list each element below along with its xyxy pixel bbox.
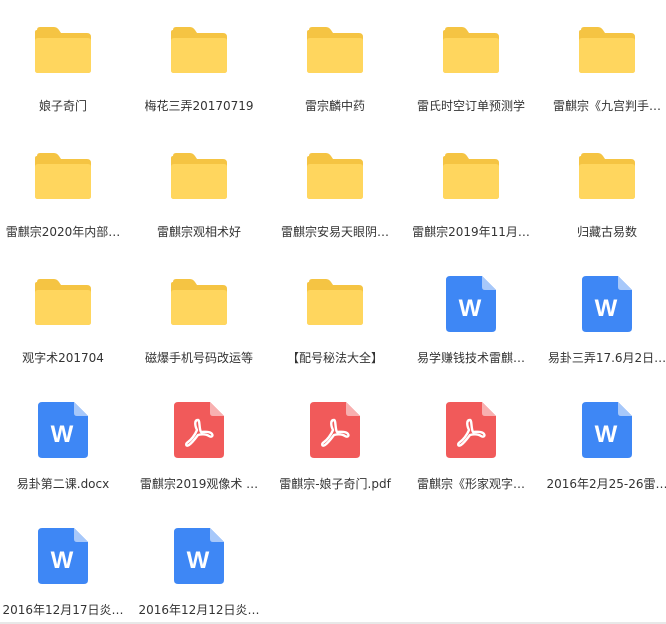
- file-name-label: 2016年2月25-26雷…: [546, 477, 666, 491]
- file-name-label: 雷麒宗2019观像术 …: [139, 477, 259, 491]
- folder-icon: [0, 278, 128, 334]
- folder-item[interactable]: 雷麒宗2020年内部…: [0, 126, 128, 246]
- svg-text:W: W: [51, 421, 74, 448]
- file-name-label: 雷宗麟中药: [304, 99, 365, 113]
- folder-icon: [270, 152, 400, 208]
- file-name-label: 2016年12月17日炎…: [2, 603, 124, 617]
- word-icon: W: [542, 402, 666, 458]
- folder-item[interactable]: 雷麒宗安易天眼阴…: [270, 126, 400, 246]
- file-name-label: 2016年12月12日炎…: [138, 603, 260, 617]
- file-grid: 娘子奇门 梅花三弄20170719 雷宗麟中药 雷氏时空订单预测学 雷麒宗《九宫…: [0, 0, 666, 624]
- file-item[interactable]: 雷麒宗《形家观字…: [406, 378, 536, 498]
- folder-icon: [542, 152, 666, 208]
- folder-item[interactable]: 雷麒宗2019年11月…: [406, 126, 536, 246]
- word-icon: W: [0, 528, 128, 584]
- folder-item[interactable]: 雷宗麟中药: [270, 0, 400, 120]
- file-name-label: 磁爆手机号码改运等: [144, 351, 253, 365]
- folder-item[interactable]: 娘子奇门: [0, 0, 128, 120]
- folder-icon: [134, 278, 264, 334]
- file-item[interactable]: W 2016年2月25-26雷…: [542, 378, 666, 498]
- file-name-label: 雷麒宗观相术好: [156, 225, 241, 239]
- file-name-label: 归藏古易数: [576, 225, 637, 239]
- file-name-label: 雷麒宗《九宫判手…: [552, 99, 661, 113]
- file-item[interactable]: W 2016年12月17日炎…: [0, 504, 128, 624]
- svg-text:W: W: [595, 295, 618, 322]
- folder-item[interactable]: 磁爆手机号码改运等: [134, 252, 264, 372]
- file-name-label: 雷麒宗-娘子奇门.pdf: [279, 477, 391, 491]
- file-name-label: 雷麒宗2020年内部…: [5, 225, 121, 239]
- file-name-label: 娘子奇门: [38, 99, 87, 113]
- word-icon: W: [542, 276, 666, 332]
- folder-icon: [406, 152, 536, 208]
- folder-item[interactable]: 【配号秘法大全】: [270, 252, 400, 372]
- word-icon: W: [0, 402, 128, 458]
- folder-item[interactable]: 雷麒宗《九宫判手…: [542, 0, 666, 120]
- file-name-label: 易卦三弄17.6月2日…: [547, 351, 666, 365]
- file-name-label: 【配号秘法大全】: [286, 351, 383, 365]
- file-item[interactable]: 雷麒宗2019观像术 …: [134, 378, 264, 498]
- folder-icon: [406, 26, 536, 82]
- file-name-label: 雷麒宗《形家观字…: [416, 477, 525, 491]
- file-name-label: 观字术201704: [22, 351, 104, 365]
- file-item[interactable]: 雷麒宗-娘子奇门.pdf: [270, 378, 400, 498]
- folder-icon: [134, 152, 264, 208]
- svg-text:W: W: [187, 547, 210, 574]
- file-name-label: 雷麒宗2019年11月…: [412, 225, 530, 239]
- folder-item[interactable]: 归藏古易数: [542, 126, 666, 246]
- file-item[interactable]: W 易卦第二课.docx: [0, 378, 128, 498]
- file-item[interactable]: W 2016年12月12日炎…: [134, 504, 264, 624]
- word-icon: W: [406, 276, 536, 332]
- file-name-label: 雷氏时空订单预测学: [416, 99, 525, 113]
- word-icon: W: [134, 528, 264, 584]
- pdf-icon: [270, 402, 400, 458]
- svg-text:W: W: [51, 547, 74, 574]
- pdf-icon: [134, 402, 264, 458]
- svg-text:W: W: [595, 421, 618, 448]
- folder-item[interactable]: 雷麒宗观相术好: [134, 126, 264, 246]
- folder-icon: [542, 26, 666, 82]
- folder-item[interactable]: 观字术201704: [0, 252, 128, 372]
- folder-icon: [0, 26, 128, 82]
- pdf-icon: [406, 402, 536, 458]
- folder-icon: [0, 152, 128, 208]
- folder-icon: [134, 26, 264, 82]
- file-name-label: 易学赚钱技术雷麒…: [416, 351, 525, 365]
- folder-icon: [270, 278, 400, 334]
- folder-item[interactable]: 梅花三弄20170719: [134, 0, 264, 120]
- file-name-label: 梅花三弄20170719: [144, 99, 254, 113]
- file-item[interactable]: W 易卦三弄17.6月2日…: [542, 252, 666, 372]
- file-name-label: 易卦第二课.docx: [16, 477, 110, 491]
- file-name-label: 雷麒宗安易天眼阴…: [280, 225, 389, 239]
- folder-icon: [270, 26, 400, 82]
- svg-text:W: W: [459, 295, 482, 322]
- file-item[interactable]: W 易学赚钱技术雷麒…: [406, 252, 536, 372]
- folder-item[interactable]: 雷氏时空订单预测学: [406, 0, 536, 120]
